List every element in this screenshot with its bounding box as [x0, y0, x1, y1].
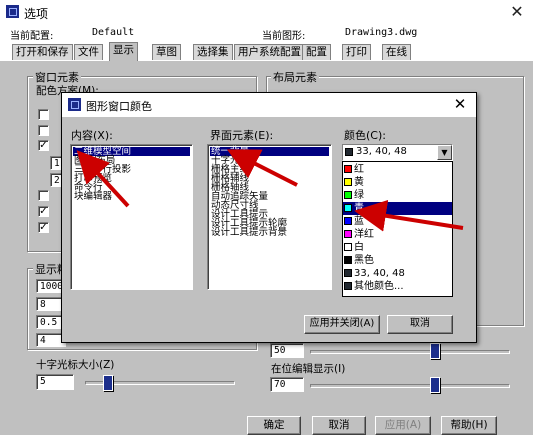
- color-swatch: [344, 256, 352, 264]
- color-swatch: [344, 282, 352, 290]
- color-option-label: 白: [354, 242, 364, 253]
- current-drawing-label: 当前图形:: [262, 31, 306, 42]
- color-option-label: 黄: [354, 177, 364, 188]
- inplace-edit-track: [310, 384, 510, 388]
- left-check-6[interactable]: ✓: [38, 222, 49, 233]
- selected-color-swatch: [345, 148, 353, 156]
- color-swatch: [344, 165, 352, 173]
- left-check-1[interactable]: [38, 109, 49, 120]
- color-option-label: 洋红: [354, 229, 374, 240]
- color-dropdown-list[interactable]: 红黄绿青蓝洋红白黑色 33, 40, 48 其他颜色...: [342, 161, 453, 297]
- color-option-label: 33, 40, 48: [354, 268, 405, 279]
- ok-button[interactable]: 确定: [247, 416, 301, 435]
- interface-element-list-item[interactable]: 设计工具提示背景: [210, 228, 329, 238]
- left-check-2[interactable]: [38, 125, 49, 136]
- tab-files[interactable]: 文件: [74, 44, 103, 60]
- inplace-edit-slider[interactable]: [430, 377, 440, 393]
- color-swatch: [344, 191, 352, 199]
- color-option-label: 绿: [354, 190, 364, 201]
- color-option[interactable]: 红: [343, 163, 452, 176]
- tab-display[interactable]: 显示: [109, 42, 138, 61]
- current-drawing-value: Drawing3.dwg: [345, 27, 418, 38]
- drawing-window-colors-dialog: 图形窗口颜色 ✕ 内容(X): 界面元素(E): 颜色(C): 二维模型空间 图纸…: [61, 92, 477, 343]
- help-button[interactable]: 帮助(H): [441, 416, 497, 435]
- apply-and-close-button[interactable]: 应用并关闭(A): [304, 315, 380, 334]
- color-option[interactable]: 洋红: [343, 228, 452, 241]
- color-swatch: [344, 217, 352, 225]
- fade-track: [310, 350, 510, 354]
- tab-profiles[interactable]: 配置: [302, 44, 331, 60]
- dialog-title: 图形窗口颜色: [86, 100, 152, 113]
- color-option[interactable]: 蓝: [343, 215, 452, 228]
- window-close-icon[interactable]: ✕: [507, 2, 527, 22]
- color-swatch: [344, 230, 352, 238]
- left-check-4[interactable]: [38, 190, 49, 201]
- crosshair-size-input[interactable]: 5: [36, 374, 74, 390]
- color-option-label: 蓝: [354, 216, 364, 227]
- context-label: 内容(X):: [71, 129, 113, 142]
- color-select-value: 33, 40, 48: [356, 146, 407, 157]
- app-icon: [6, 5, 19, 18]
- tab-plot[interactable]: 打印: [342, 44, 371, 60]
- color-option[interactable]: 黄: [343, 176, 452, 189]
- color-select[interactable]: 33, 40, 48 ▼: [342, 144, 453, 161]
- current-profile-label: 当前配置:: [10, 31, 54, 42]
- interface-element-listbox[interactable]: 统一背景 十字光标 栅格主线 栅格辅线 栅格轴线 自动追踪矢量 动态尺寸线 设计工具提示 设计工…: [207, 144, 332, 290]
- chevron-down-icon[interactable]: ▼: [437, 145, 452, 160]
- window-title-bar: [0, 0, 533, 24]
- color-option[interactable]: 青: [343, 202, 452, 215]
- context-listbox[interactable]: 二维模型空间 图纸/布局 三维平行投影 打印预览 命令行 块编辑器: [70, 144, 193, 290]
- tab-user-preferences[interactable]: 用户系统配置: [234, 44, 305, 60]
- tab-drafting[interactable]: 草图: [152, 44, 181, 60]
- apply-button[interactable]: 应用(A): [375, 416, 431, 435]
- color-label: 颜色(C):: [344, 129, 386, 142]
- color-option-label: 其他颜色...: [354, 281, 404, 292]
- left-check-3[interactable]: ✓: [38, 140, 49, 151]
- color-option[interactable]: 绿: [343, 189, 452, 202]
- color-option[interactable]: 33, 40, 48: [343, 267, 452, 280]
- fade-input[interactable]: 50: [270, 343, 304, 358]
- color-swatch: [344, 269, 352, 277]
- tab-open-save[interactable]: 打开和保存: [12, 44, 73, 60]
- dialog-close-icon[interactable]: ✕: [450, 94, 470, 114]
- layout-elements-title: 布局元素: [271, 69, 319, 85]
- color-option[interactable]: 其他颜色...: [343, 280, 452, 293]
- color-option[interactable]: 白: [343, 241, 452, 254]
- cancel-button[interactable]: 取消: [312, 416, 366, 435]
- color-swatch: [344, 243, 352, 251]
- color-option-label: 红: [354, 164, 364, 175]
- context-list-item[interactable]: 块编辑器: [73, 192, 190, 202]
- tab-selection[interactable]: 选择集: [193, 44, 233, 60]
- color-option-label: 黑色: [354, 255, 374, 266]
- fade-slider[interactable]: [430, 343, 440, 359]
- tab-online[interactable]: 在线: [382, 44, 411, 60]
- window-title: 选项: [24, 7, 49, 21]
- interface-element-label: 界面元素(E):: [210, 129, 274, 142]
- crosshair-size-label: 十字光标大小(Z): [36, 359, 115, 371]
- crosshair-size-slider[interactable]: [103, 375, 113, 391]
- dialog-cancel-button[interactable]: 取消: [387, 315, 453, 334]
- dialog-app-icon: [68, 98, 81, 111]
- color-swatch: [344, 204, 352, 212]
- color-option[interactable]: 黑色: [343, 254, 452, 267]
- inplace-edit-input[interactable]: 70: [270, 377, 304, 392]
- inplace-edit-label: 在位编辑显示(I): [271, 363, 346, 375]
- current-profile-value: Default: [92, 27, 135, 38]
- color-option-label: 青: [354, 203, 364, 214]
- color-swatch: [344, 178, 352, 186]
- left-check-5[interactable]: ✓: [38, 206, 49, 217]
